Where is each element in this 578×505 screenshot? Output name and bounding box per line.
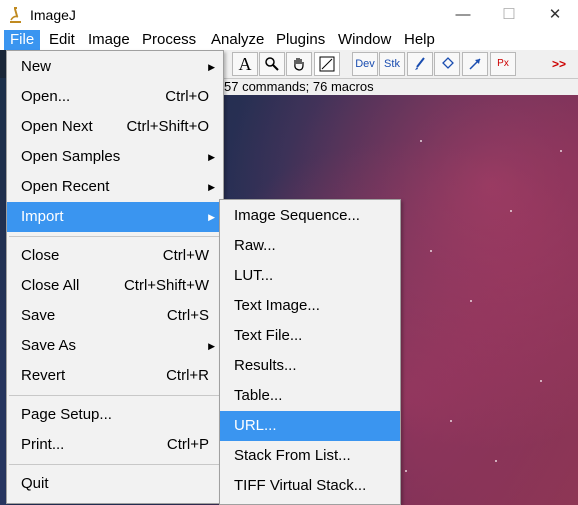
menu-item-page-setup[interactable]: Page Setup... — [7, 400, 223, 430]
submenu-arrow-icon: ▶ — [208, 182, 215, 192]
submenu-arrow-icon: ▶ — [208, 212, 215, 222]
menu-bar: File Edit Image Process Analyze Plugins … — [0, 30, 578, 50]
submenu-arrow-icon: ▶ — [208, 152, 215, 162]
menu-item-import[interactable]: Import ▶ — [7, 202, 223, 232]
submenu-item-stack-from-list[interactable]: Stack From List... — [220, 441, 400, 471]
submenu-item-text-image[interactable]: Text Image... — [220, 291, 400, 321]
pixel-inspector-button[interactable]: Px — [490, 52, 516, 76]
menu-window[interactable]: Window — [332, 30, 397, 50]
window-title: ImageJ — [30, 7, 76, 23]
title-bar: ImageJ — ☐ ✕ — [0, 0, 578, 30]
menu-item-revert[interactable]: Revert Ctrl+R — [7, 361, 223, 391]
menu-item-close[interactable]: Close Ctrl+W — [7, 241, 223, 271]
status-bar: 57 commands; 76 macros — [224, 79, 578, 95]
submenu-item-url[interactable]: URL... — [220, 411, 400, 441]
menu-item-open[interactable]: Open... Ctrl+O — [7, 82, 223, 112]
brush-icon[interactable] — [407, 52, 433, 76]
menu-separator — [9, 395, 221, 396]
menu-separator — [9, 464, 221, 465]
menu-image[interactable]: Image — [82, 30, 136, 50]
magnifier-icon[interactable] — [259, 52, 285, 76]
hand-icon[interactable] — [286, 52, 312, 76]
text-tool-button[interactable]: A — [232, 52, 258, 76]
menu-item-open-samples[interactable]: Open Samples ▶ — [7, 142, 223, 172]
submenu-item-lut[interactable]: LUT... — [220, 261, 400, 291]
menu-process[interactable]: Process — [136, 30, 202, 50]
minimize-button[interactable]: — — [440, 0, 486, 30]
menu-edit[interactable]: Edit — [43, 30, 81, 50]
menu-item-close-all[interactable]: Close All Ctrl+Shift+W — [7, 271, 223, 301]
import-submenu: Image Sequence... Raw... LUT... Text Ima… — [219, 199, 401, 505]
more-tools-button[interactable]: >> — [546, 52, 572, 76]
submenu-item-image-sequence[interactable]: Image Sequence... — [220, 201, 400, 231]
color-picker-icon[interactable] — [314, 52, 340, 76]
submenu-item-text-file[interactable]: Text File... — [220, 321, 400, 351]
submenu-item-tiff-virtual-stack[interactable]: TIFF Virtual Stack... — [220, 471, 400, 501]
menu-item-save-as[interactable]: Save As ▶ — [7, 331, 223, 361]
menu-help[interactable]: Help — [398, 30, 441, 50]
submenu-item-table[interactable]: Table... — [220, 381, 400, 411]
arrow-tool-icon[interactable] — [462, 52, 488, 76]
dev-menu-button[interactable]: Dev — [352, 52, 378, 76]
file-menu: New ▶ Open... Ctrl+O Open Next Ctrl+Shift+O… — [6, 50, 224, 504]
menu-item-open-recent[interactable]: Open Recent ▶ — [7, 172, 223, 202]
menu-item-print[interactable]: Print... Ctrl+P — [7, 430, 223, 460]
toolbar: A Dev Stk Px >> — [224, 50, 578, 79]
stk-menu-button[interactable]: Stk — [379, 52, 405, 76]
menu-file[interactable]: File — [4, 30, 41, 50]
menu-item-open-next[interactable]: Open Next Ctrl+Shift+O — [7, 112, 223, 142]
close-button[interactable]: ✕ — [532, 0, 578, 30]
microscope-icon — [10, 7, 21, 23]
maximize-button[interactable]: ☐ — [486, 0, 532, 30]
submenu-arrow-icon: ▶ — [208, 62, 215, 72]
menu-separator — [9, 236, 221, 237]
menu-item-save[interactable]: Save Ctrl+S — [7, 301, 223, 331]
submenu-arrow-icon: ▶ — [208, 341, 215, 351]
submenu-item-raw[interactable]: Raw... — [220, 231, 400, 261]
menu-item-quit[interactable]: Quit — [7, 469, 223, 499]
menu-item-new[interactable]: New ▶ — [7, 52, 223, 82]
submenu-item-results[interactable]: Results... — [220, 351, 400, 381]
flood-fill-icon[interactable] — [434, 52, 460, 76]
menu-analyze[interactable]: Analyze — [205, 30, 270, 50]
menu-plugins[interactable]: Plugins — [270, 30, 331, 50]
